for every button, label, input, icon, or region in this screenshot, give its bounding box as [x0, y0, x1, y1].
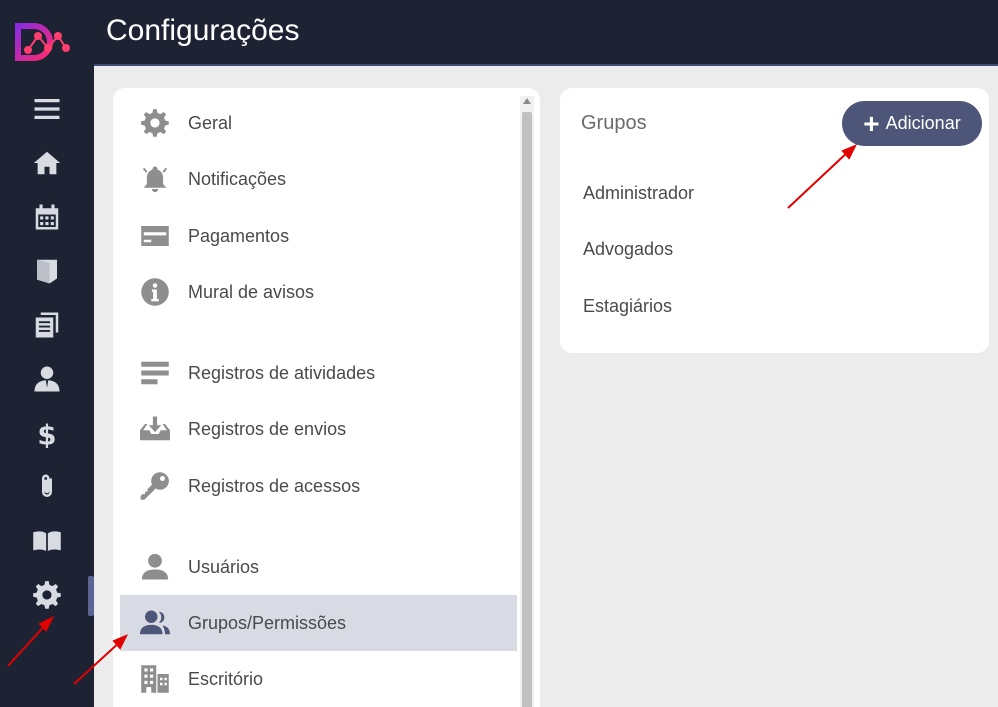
calendar-icon[interactable] — [29, 199, 65, 235]
left-rail: $ — [0, 0, 94, 707]
paperclip-icon[interactable] — [29, 469, 65, 505]
group-item-administrador[interactable]: Administrador — [583, 183, 694, 204]
documents-icon[interactable] — [29, 307, 65, 343]
svg-text:$: $ — [37, 419, 56, 448]
folder-door-icon[interactable] — [29, 253, 65, 289]
add-group-button[interactable]: + Adicionar — [842, 101, 982, 146]
home-icon[interactable] — [29, 145, 65, 181]
user-icon[interactable] — [29, 361, 65, 397]
menu-item-label: Notificações — [188, 168, 287, 189]
dollar-icon[interactable]: $ — [29, 415, 65, 451]
page-header: Configurações — [94, 0, 998, 66]
menu-item-escritorio[interactable]: Escritório — [120, 651, 517, 707]
menu-item-usuarios[interactable]: Usuários — [120, 539, 517, 595]
menu-item-pagamentos[interactable]: Pagamentos — [120, 208, 517, 264]
gear-icon — [139, 107, 171, 139]
menu-item-geral[interactable]: Geral — [120, 95, 517, 151]
gear-icon[interactable] — [29, 577, 65, 613]
menu-icon[interactable] — [29, 91, 65, 127]
menu-item-label: Geral — [188, 112, 233, 133]
list-icon — [139, 357, 171, 389]
menu-item-mural-de-avisos[interactable]: Mural de avisos — [120, 264, 517, 320]
key-icon — [139, 470, 171, 502]
groups-panel: Grupos + Adicionar Administrador Advogad… — [560, 88, 989, 353]
menu-item-label: Usuários — [188, 556, 260, 577]
users-icon — [139, 607, 171, 639]
menu-item-label: Registros de acessos — [188, 475, 361, 496]
menu-item-registros-de-atividades[interactable]: Registros de atividades — [120, 345, 517, 401]
credit-card-icon — [139, 220, 171, 252]
app-logo[interactable] — [14, 22, 70, 66]
plus-icon: + — [863, 107, 880, 139]
book-icon[interactable] — [29, 523, 65, 559]
menu-item-grupos-permissoes[interactable]: Grupos/Permissões — [120, 595, 517, 651]
menu-scrollbar-thumb[interactable] — [522, 112, 532, 707]
inbox-download-icon — [139, 413, 171, 445]
menu-item-label: Pagamentos — [188, 225, 290, 246]
active-indicator — [88, 576, 94, 616]
menu-item-label: Grupos/Permissões — [188, 612, 347, 633]
group-item-estagiarios[interactable]: Estagiários — [583, 296, 672, 317]
building-icon — [139, 663, 171, 695]
add-group-button-label: Adicionar — [885, 113, 961, 133]
scroll-up-arrow-icon[interactable] — [523, 98, 531, 104]
groups-title: Grupos — [581, 112, 647, 134]
menu-item-registros-de-acessos[interactable]: Registros de acessos — [120, 458, 517, 514]
info-icon — [139, 276, 171, 308]
menu-item-label: Registros de atividades — [188, 362, 376, 383]
menu-item-notificacoes[interactable]: Notificações — [120, 151, 517, 207]
settings-menu: Geral Notificações Pagamentos Mural de a… — [113, 88, 540, 707]
user-icon — [139, 551, 171, 583]
menu-item-label: Registros de envios — [188, 418, 347, 439]
menu-item-label: Mural de avisos — [188, 281, 315, 302]
menu-item-label: Escritório — [188, 668, 264, 689]
bell-icon — [139, 163, 171, 195]
group-item-advogados[interactable]: Advogados — [583, 239, 673, 260]
page-title: Configurações — [106, 14, 300, 47]
menu-item-registros-de-envios[interactable]: Registros de envios — [120, 401, 517, 457]
